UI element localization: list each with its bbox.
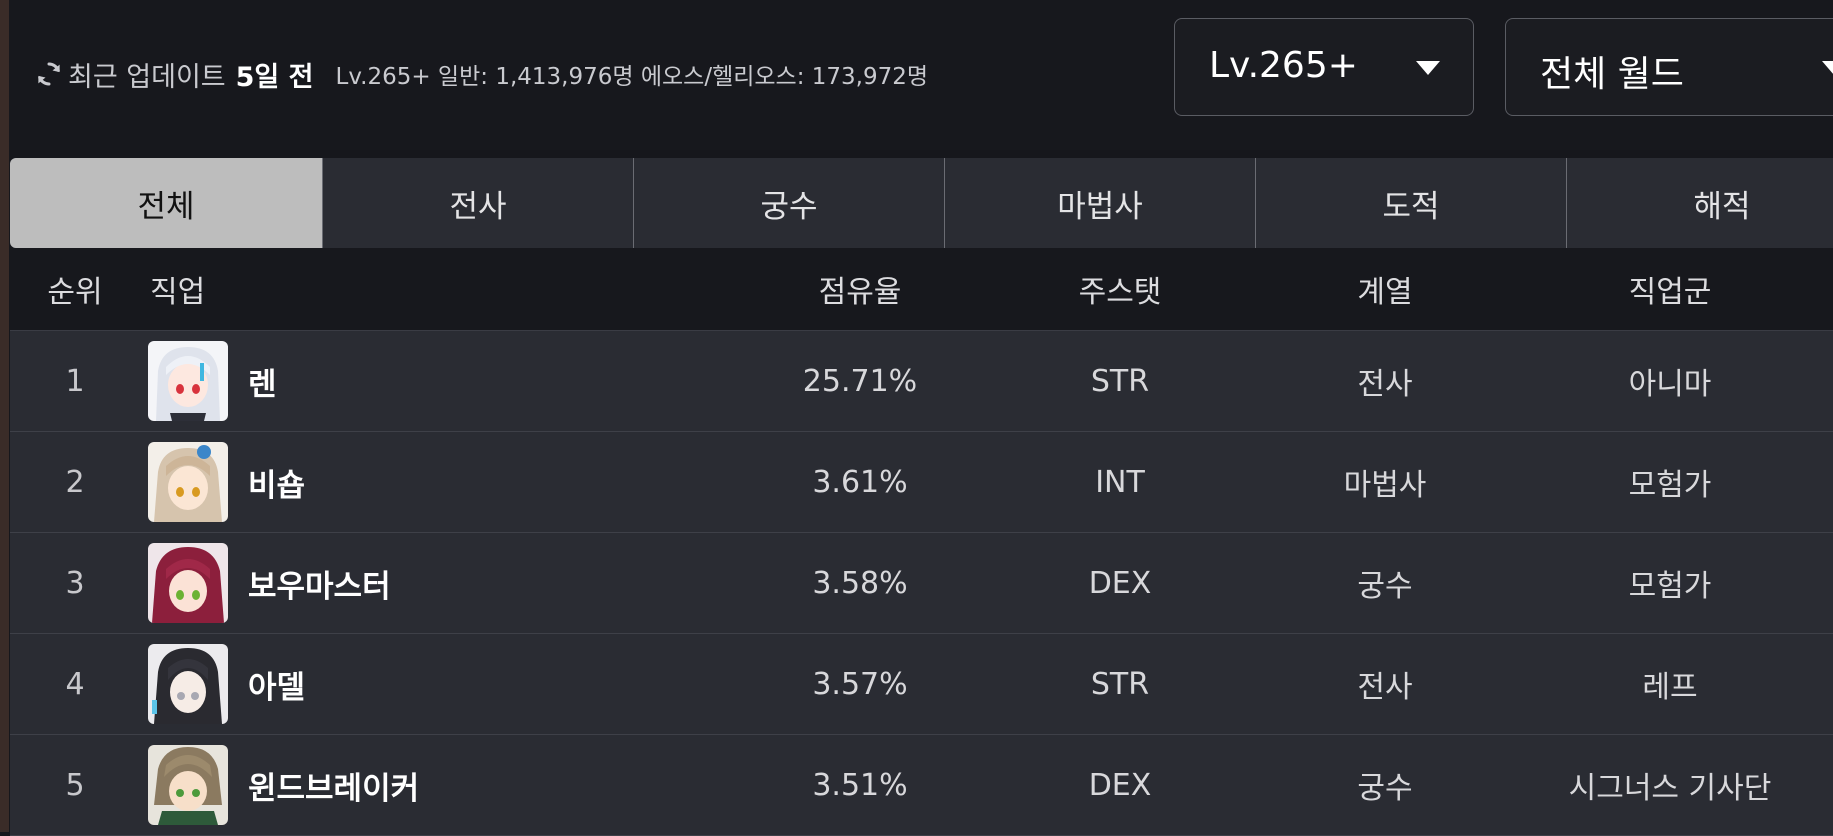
tab-thief[interactable]: 도적 [1256, 158, 1567, 248]
population-stats: Lv.265+ 일반: 1,413,976명 에오스/헬리오스: 173,972… [335, 64, 929, 90]
job-name: 아델 [248, 669, 306, 706]
tab-all[interactable]: 전체 [10, 158, 323, 248]
main-stat-cell: STR [1090, 363, 1150, 399]
rank-cell: 3 [65, 565, 85, 601]
table-row[interactable]: 1 렌 25.71% STR 전사 아니마 [10, 331, 1833, 432]
main-stat-cell: STR [1090, 666, 1150, 702]
table-row[interactable]: 4 아델 3.57% STR 전사 레프 [10, 634, 1833, 735]
job-name: 윈드브레이커 [248, 770, 420, 807]
table-header: 순위 직업 점유율 주스탯 계열 직업군 [10, 248, 1833, 331]
update-time: 5일 전 [235, 61, 314, 93]
header-job: 직업 [150, 275, 206, 310]
tab-archer[interactable]: 궁수 [634, 158, 945, 248]
share-cell: 3.51% [812, 767, 908, 803]
group-cell: 아니마 [1628, 367, 1712, 402]
level-filter-value: Lv.265+ [1209, 45, 1358, 86]
rank-cell: 5 [65, 767, 85, 803]
job-name: 보우마스터 [248, 568, 391, 605]
level-filter-dropdown[interactable]: Lv.265+ [1174, 18, 1474, 116]
share-cell: 3.61% [812, 464, 908, 500]
share-cell: 3.57% [812, 666, 908, 702]
caret-down-icon [1416, 61, 1440, 75]
job-cell[interactable]: 아델 [148, 634, 648, 734]
job-cell[interactable]: 렌 [148, 331, 648, 431]
job-table-body: 1 렌 25.71% STR 전사 아니마 2 비숍 3.61% INT 마법사… [10, 331, 1833, 836]
branch-cell: 마법사 [1343, 468, 1427, 503]
branch-cell: 궁수 [1357, 771, 1413, 806]
class-tabs: 전체 전사 궁수 마법사 도적 해적 [10, 158, 1833, 248]
rank-cell: 1 [65, 363, 85, 399]
group-cell: 모험가 [1628, 569, 1712, 604]
tab-magician[interactable]: 마법사 [945, 158, 1256, 248]
table-row[interactable]: 2 비숍 3.61% INT 마법사 모험가 [10, 432, 1833, 533]
job-avatar [148, 543, 228, 623]
tab-warrior[interactable]: 전사 [323, 158, 634, 248]
header-main-stat: 주스탯 [1078, 275, 1162, 310]
group-cell: 시그너스 기사단 [1568, 771, 1772, 806]
job-cell[interactable]: 보우마스터 [148, 533, 648, 633]
job-cell[interactable]: 윈드브레이커 [148, 735, 648, 835]
job-name: 렌 [248, 366, 277, 403]
rank-cell: 4 [65, 666, 85, 702]
header-group: 직업군 [1628, 275, 1712, 310]
window-edge [0, 0, 9, 832]
header-share[interactable]: 점유율 [750, 248, 970, 330]
job-avatar [148, 341, 228, 421]
share-cell: 3.58% [812, 565, 908, 601]
caret-down-icon [1822, 61, 1833, 75]
job-avatar [148, 442, 228, 522]
world-filter-value: 전체 월드 [1540, 54, 1684, 95]
table-row[interactable]: 3 보우마스터 3.58% DEX 궁수 모험가 [10, 533, 1833, 634]
job-cell[interactable]: 비숍 [148, 432, 648, 532]
update-info: 최근 업데이트 5일 전 Lv.265+ 일반: 1,413,976명 에오스/… [34, 52, 928, 96]
share-cell: 25.71% [802, 363, 918, 399]
table-row[interactable]: 5 윈드브레이커 3.51% DEX 궁수 시그너스 기사단 [10, 735, 1833, 836]
header-rank: 순위 [47, 275, 103, 310]
refresh-icon[interactable] [34, 59, 64, 89]
job-avatar [148, 745, 228, 825]
main-stat-cell: DEX [1088, 565, 1152, 601]
group-cell: 모험가 [1628, 468, 1712, 503]
job-avatar [148, 644, 228, 724]
tab-pirate[interactable]: 해적 [1567, 158, 1833, 248]
header-branch: 계열 [1357, 275, 1413, 310]
update-label: 최근 업데이트 [68, 61, 226, 93]
branch-cell: 전사 [1357, 367, 1413, 402]
rank-cell: 2 [65, 464, 85, 500]
branch-cell: 궁수 [1357, 569, 1413, 604]
branch-cell: 전사 [1357, 670, 1413, 705]
world-filter-dropdown[interactable]: 전체 월드 [1505, 18, 1833, 116]
main-stat-cell: DEX [1088, 767, 1152, 803]
group-cell: 레프 [1642, 670, 1698, 705]
main-stat-cell: INT [1095, 464, 1145, 500]
job-name: 비숍 [248, 467, 306, 504]
